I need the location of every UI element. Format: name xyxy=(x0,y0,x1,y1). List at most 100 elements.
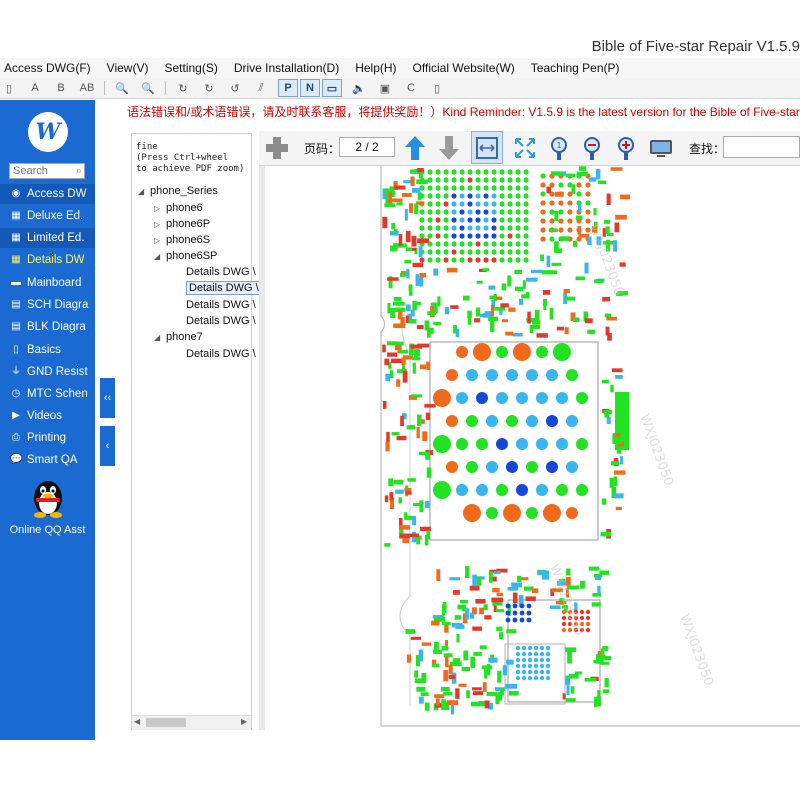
tree-node-phone7[interactable]: ◢ phone7 xyxy=(154,329,203,345)
pcb-ball xyxy=(523,209,529,215)
tree-node-details-dwg[interactable]: Details DWG \ xyxy=(174,264,256,280)
zoom-in-icon[interactable] xyxy=(613,134,641,162)
pcb-pad xyxy=(593,208,597,216)
search-icon[interactable]: ⌕ xyxy=(74,164,84,178)
sidebar-item-sch-diagram[interactable]: ▤ SCH Diagra xyxy=(0,295,95,315)
next-page-icon[interactable] xyxy=(435,134,463,162)
expanded-arrow-icon[interactable]: ◢ xyxy=(138,184,150,199)
page-icon[interactable]: ▯ xyxy=(0,80,18,96)
n-toggle-button[interactable]: N xyxy=(300,79,320,97)
pcb-pad xyxy=(514,269,522,274)
tree-node-phone6p[interactable]: ▷ phone6P xyxy=(154,216,210,232)
sidebar-item-mainboard[interactable]: ▬ Mainboard xyxy=(0,273,95,293)
sidebar-item-access-dw[interactable]: ◉ Access DW xyxy=(0,184,95,204)
clear-icon[interactable]: C xyxy=(402,80,420,96)
pcb-ball xyxy=(512,610,518,616)
sidebar-item-blk-diagram[interactable]: ▤ BLK Diagra xyxy=(0,317,95,337)
pcb-ball xyxy=(427,217,433,223)
redo-icon[interactable]: ↻ xyxy=(200,80,218,96)
sidebar-item-deluxe-ed[interactable]: ▦ Deluxe Ed. xyxy=(0,206,95,226)
pcb-pad xyxy=(408,319,417,324)
scroll-left-arrow-icon[interactable]: ◀ xyxy=(134,717,140,726)
pdf-viewer[interactable]: WXJ023050 WXJ023050 WXJ023050 WXJ023050 xyxy=(259,166,800,730)
page-number-field[interactable]: 2 / 2 xyxy=(339,137,395,157)
rotate-icon[interactable]: ↻ xyxy=(174,80,192,96)
pcb-ball xyxy=(491,169,497,175)
menu-teaching-pen[interactable]: Teaching Pen(P) xyxy=(527,61,624,75)
expanded-arrow-icon[interactable]: ◢ xyxy=(154,249,166,264)
qq-assistant-label[interactable]: Online QQ Asst xyxy=(0,524,95,536)
fit-width-icon[interactable] xyxy=(471,131,503,164)
home-icon[interactable] xyxy=(263,134,291,162)
previous-page-icon[interactable] xyxy=(401,134,429,162)
pcb-pad xyxy=(565,173,576,178)
scroll-thumb[interactable] xyxy=(146,718,186,727)
mirror-icon[interactable]: ⫽ xyxy=(252,80,270,96)
pcb-ball xyxy=(491,217,497,223)
blank-icon[interactable]: ▯ xyxy=(428,80,446,96)
p-toggle-button[interactable]: P xyxy=(278,79,298,97)
sidebar-item-smart-qa[interactable]: 💬 Smart QA xyxy=(0,450,95,470)
pcb-ball xyxy=(515,657,521,663)
tree-node-phone6s[interactable]: ▷ phone6S xyxy=(154,232,210,248)
pcb-pad xyxy=(565,698,576,703)
collapsed-arrow-icon[interactable]: ▷ xyxy=(154,201,166,216)
pcb-pad xyxy=(508,690,519,696)
find-input[interactable] xyxy=(723,136,800,158)
monitor-icon[interactable]: ▭ xyxy=(322,79,342,97)
collapsed-arrow-icon[interactable]: ▷ xyxy=(154,233,166,248)
sidebar-item-printing[interactable]: ⎙ Printing xyxy=(0,428,95,448)
pcb-ball xyxy=(483,185,489,191)
menu-view[interactable]: View(V) xyxy=(103,61,153,75)
sidebar-item-videos[interactable]: ▶ Videos xyxy=(0,406,95,426)
sidebar-item-limited-ed[interactable]: ▦ Limited Ed. xyxy=(0,228,95,248)
tree-node-phone6[interactable]: ▷ phone6 xyxy=(154,200,203,216)
fullscreen-icon[interactable] xyxy=(647,134,675,162)
pcb-pad xyxy=(406,425,416,430)
qq-penguin-icon[interactable] xyxy=(30,476,66,518)
menu-official-website[interactable]: Official Website(W) xyxy=(409,61,519,75)
pcb-pad xyxy=(492,587,500,593)
zoom-out-icon[interactable]: 🔍 xyxy=(139,80,157,96)
speaker-icon[interactable]: 🔈 xyxy=(350,80,368,96)
fit-page-icon[interactable] xyxy=(511,134,539,162)
expanded-arrow-icon[interactable]: ◢ xyxy=(154,330,166,345)
collapsed-arrow-icon[interactable]: ▷ xyxy=(154,217,166,232)
tree-node-phone-series[interactable]: ◢ phone_Series xyxy=(138,183,218,199)
sidebar-item-details-dw[interactable]: ▦ Details DW xyxy=(0,250,95,270)
zoom-actual-icon[interactable]: 1 xyxy=(546,134,574,162)
collapse-tree-button[interactable]: ‹ xyxy=(100,426,115,466)
menu-setting[interactable]: Setting(S) xyxy=(160,61,221,75)
pcb-pad xyxy=(554,210,559,221)
pdf-vertical-scrollbar[interactable] xyxy=(259,166,265,730)
menu-help[interactable]: Help(H) xyxy=(351,61,400,75)
tree-node-details-dwg[interactable]: Details DWG \ xyxy=(174,346,256,362)
pcb-pad xyxy=(615,506,622,511)
pcb-ball xyxy=(435,217,441,223)
mark-ab-icon[interactable]: AB xyxy=(78,80,96,96)
collapse-sidebar-button[interactable]: ‹‹ xyxy=(100,378,115,418)
zoom-out-icon[interactable] xyxy=(579,134,607,162)
sidebar-item-label: Basics xyxy=(27,344,61,356)
zoom-in-icon[interactable]: 🔍 xyxy=(113,80,131,96)
pcb-ball xyxy=(427,185,433,191)
tree-node-details-dwg[interactable]: Details DWG \ xyxy=(174,313,256,329)
pcb-boardview-drawing[interactable]: WXJ023050 WXJ023050 WXJ023050 WXJ023050 xyxy=(260,166,800,730)
tree-node-phone6sp[interactable]: ◢ phone6SP xyxy=(154,248,217,264)
pcb-ball xyxy=(451,217,457,223)
tree-node-details-dwg[interactable]: Details DWG \ xyxy=(174,297,256,313)
tree-node-details-dwg-selected[interactable]: Details DWG \ xyxy=(174,280,262,296)
undo-icon[interactable]: ↺ xyxy=(226,80,244,96)
pcb-pad xyxy=(614,440,622,444)
mark-a-icon[interactable]: A xyxy=(26,80,44,96)
search-input[interactable] xyxy=(10,165,74,177)
sidebar-item-gnd-resist[interactable]: ⏚ GND Resist xyxy=(0,362,95,382)
sidebar-item-basics[interactable]: ▯ Basics xyxy=(0,340,95,360)
tree-horizontal-scrollbar[interactable]: ◀ ▶ xyxy=(132,715,251,730)
sidebar-item-mtc-schem[interactable]: ◷ MTC Schen xyxy=(0,384,95,404)
mark-b-icon[interactable]: B xyxy=(52,80,70,96)
color-icon[interactable]: ▣ xyxy=(376,80,394,96)
menu-access-dwg[interactable]: Access DWG(F) xyxy=(0,61,95,75)
scroll-right-arrow-icon[interactable]: ▶ xyxy=(241,717,247,726)
menu-drive-installation[interactable]: Drive Installation(D) xyxy=(230,61,343,75)
